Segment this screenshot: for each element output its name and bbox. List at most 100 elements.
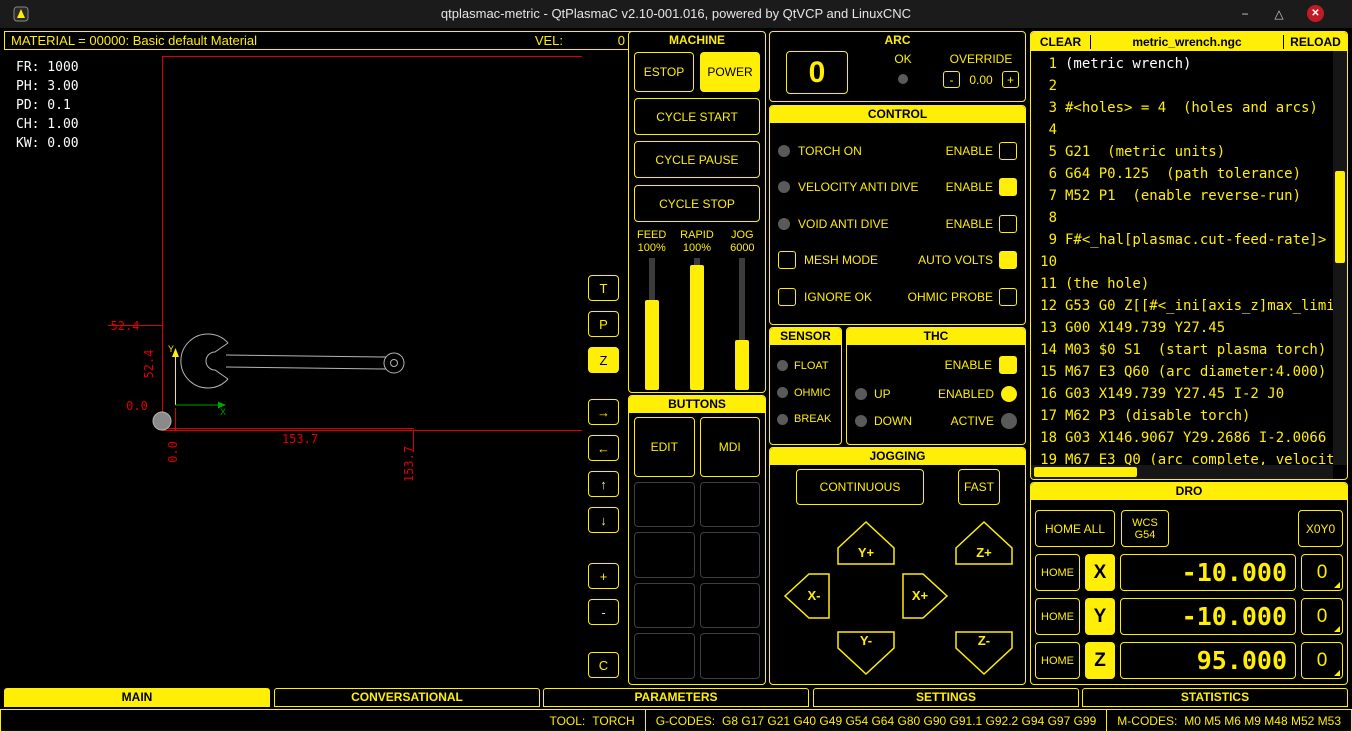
gcode-line[interactable]: 11(the hole) [1035,273,1333,295]
home-y-button[interactable]: HOME [1035,598,1080,635]
arc-panel: ARC 0 OK OVERRIDE - 0.00 + [769,31,1026,102]
gcode-line[interactable]: 3#<holes> = 4 (holes and arcs) [1035,97,1333,119]
jog-mode-combobox[interactable]: CONTINUOUS [796,469,924,505]
view-perspective-button[interactable]: P [588,311,619,337]
jog-fast-button[interactable]: FAST [958,469,1000,505]
ignore-ok-row: IGNORE OK OHMIC PROBE [778,288,1017,306]
ignore-ok-checkbox[interactable] [778,288,796,306]
zero-z-button[interactable]: 0 [1301,642,1343,679]
user-button-empty [634,532,695,578]
gcode-line[interactable]: 15M67 E3 Q60 (arc diameter:4.000) [1035,361,1333,383]
jog-x-minus-button[interactable]: X- [785,574,829,618]
tab-statistics[interactable]: STATISTICS [1082,688,1348,707]
zoom-in-button[interactable]: + [588,563,619,589]
gcode-line[interactable]: 9F#<_hal[plasmac.cut-feed-rate]> [1035,229,1333,251]
maximize-icon[interactable]: △ [1270,5,1288,23]
gcode-line[interactable]: 5G21 (metric units) [1035,141,1333,163]
override-plus-button[interactable]: + [1002,71,1019,88]
feed-override-label: FEED100% [629,229,674,255]
gcode-clear-button[interactable]: CLEAR [1031,35,1091,49]
auto-volts-checkbox[interactable] [999,251,1017,269]
gcode-line[interactable]: 16G03 X149.739 Y27.45 I-2 J0 [1035,383,1333,405]
gcode-line[interactable]: 10 [1035,251,1333,273]
svg-text:Z+: Z+ [976,545,992,560]
arc-voltage-display: 0 [786,51,848,94]
minimize-icon[interactable]: − [1236,5,1254,23]
edit-button[interactable]: EDIT [634,417,695,477]
pan-right-button[interactable]: → [588,399,619,425]
pan-up-button[interactable]: ↑ [588,471,619,497]
gcode-line[interactable]: 19M67 E3 Q0 (arc complete, velocity [1035,449,1333,465]
x0y0-button[interactable]: X0Y0 [1298,510,1343,547]
wcs-button[interactable]: WCS G54 [1121,510,1169,547]
home-x-button[interactable]: HOME [1035,554,1080,591]
gcode-line[interactable]: 18G03 X146.9067 Y29.2686 I-2.0066 [1035,427,1333,449]
view-top-button[interactable]: T [588,275,619,301]
material-combobox[interactable]: MATERIAL = 00000: Basic default Material [11,33,535,48]
home-z-button[interactable]: HOME [1035,642,1080,679]
dro-axis-row-x: HOME X -10.000 0 [1035,554,1343,591]
jog-y-plus-button[interactable]: Y+ [838,522,894,564]
thc-enable-checkbox[interactable] [999,356,1017,374]
jog-x-plus-button[interactable]: X+ [903,574,947,618]
jog-rate-slider[interactable] [735,340,749,390]
tab-parameters[interactable]: PARAMETERS [543,688,809,707]
gcode-line[interactable]: 14M03 $0 S1 (start plasma torch) [1035,339,1333,361]
void-anti-dive-checkbox[interactable] [999,215,1017,233]
zoom-out-button[interactable]: - [588,599,619,625]
gcode-line[interactable]: 17M62 P3 (disable torch) [1035,405,1333,427]
gcode-line[interactable]: 7M52 P1 (enable reverse-run) [1035,185,1333,207]
gcode-preview[interactable]: 52.4 52.4 0.0 0.0 153.7 153.7 Y X FR: 10… [4,52,582,685]
gcode-line[interactable]: 4 [1035,119,1333,141]
preview-plot: 52.4 52.4 0.0 0.0 153.7 153.7 Y X [4,52,582,685]
mdi-button[interactable]: MDI [700,417,761,477]
velocity-anti-dive-checkbox[interactable] [999,178,1017,196]
tab-main[interactable]: MAIN [4,688,270,707]
gcode-horizontal-scrollbar[interactable] [1031,465,1333,479]
gcode-line[interactable]: 13G00 X149.739 Y27.45 [1035,317,1333,339]
jog-y-minus-button[interactable]: Y- [838,632,894,674]
arc-override-group: OVERRIDE - 0.00 + [938,52,1024,88]
close-icon[interactable]: ✕ [1307,5,1324,22]
material-bar: MATERIAL = 00000: Basic default Material… [4,31,632,50]
vertical-scroll-thumb[interactable] [1335,171,1345,263]
gcodes-label: G-CODES: [656,714,715,728]
gcode-line[interactable]: 12G53 G0 Z[[#<_ini[axis_z]max_limit] [1035,295,1333,317]
gcode-line[interactable]: 2 [1035,75,1333,97]
horizontal-scroll-thumb[interactable] [1034,467,1137,477]
cycle-start-button[interactable]: CYCLE START [634,98,760,135]
tab-settings[interactable]: SETTINGS [813,688,1079,707]
view-z-button[interactable]: Z [588,347,619,373]
user-button-empty [634,633,695,679]
zero-x-button[interactable]: 0 [1301,554,1343,591]
dim-y-max: 52.4 [111,319,140,333]
gcode-line[interactable]: 6G64 P0.125 (path tolerance) [1035,163,1333,185]
gcode-line[interactable]: 1(metric wrench) [1035,53,1333,75]
void-anti-dive-led [778,218,790,230]
mesh-mode-checkbox[interactable] [778,251,796,269]
axis-z-position: 95.000 [1120,642,1296,679]
gcode-line[interactable]: 8 [1035,207,1333,229]
dro-panel: DRO HOME ALL WCS G54 X0Y0 HOME X -10.000… [1030,482,1348,685]
window-title: qtplasmac-metric - QtPlasmaC v2.10-001.0… [0,0,1352,28]
clear-plot-button[interactable]: C [588,652,619,678]
pan-left-button[interactable]: ← [588,435,619,461]
rapid-override-slider[interactable] [690,265,704,390]
pan-down-button[interactable]: ↓ [588,507,619,533]
home-all-button[interactable]: HOME ALL [1035,510,1115,547]
torch-enable-checkbox[interactable] [999,142,1017,160]
override-minus-button[interactable]: - [943,71,960,88]
tab-conversational[interactable]: CONVERSATIONAL [274,688,540,707]
jog-z-minus-button[interactable]: Z- [956,632,1012,674]
gcode-reload-button[interactable]: RELOAD [1283,35,1347,49]
cycle-pause-button[interactable]: CYCLE PAUSE [634,141,760,178]
estop-button[interactable]: ESTOP [634,52,694,92]
cycle-stop-button[interactable]: CYCLE STOP [634,185,760,222]
gcode-text-view[interactable]: 1(metric wrench) 2 3#<holes> = 4 (holes … [1031,51,1333,465]
zero-y-button[interactable]: 0 [1301,598,1343,635]
gcode-vertical-scrollbar[interactable] [1333,51,1347,465]
power-button[interactable]: POWER [700,52,760,92]
feed-override-slider[interactable] [645,300,659,390]
ohmic-probe-checkbox[interactable] [999,288,1017,306]
jog-z-plus-button[interactable]: Z+ [956,522,1012,564]
